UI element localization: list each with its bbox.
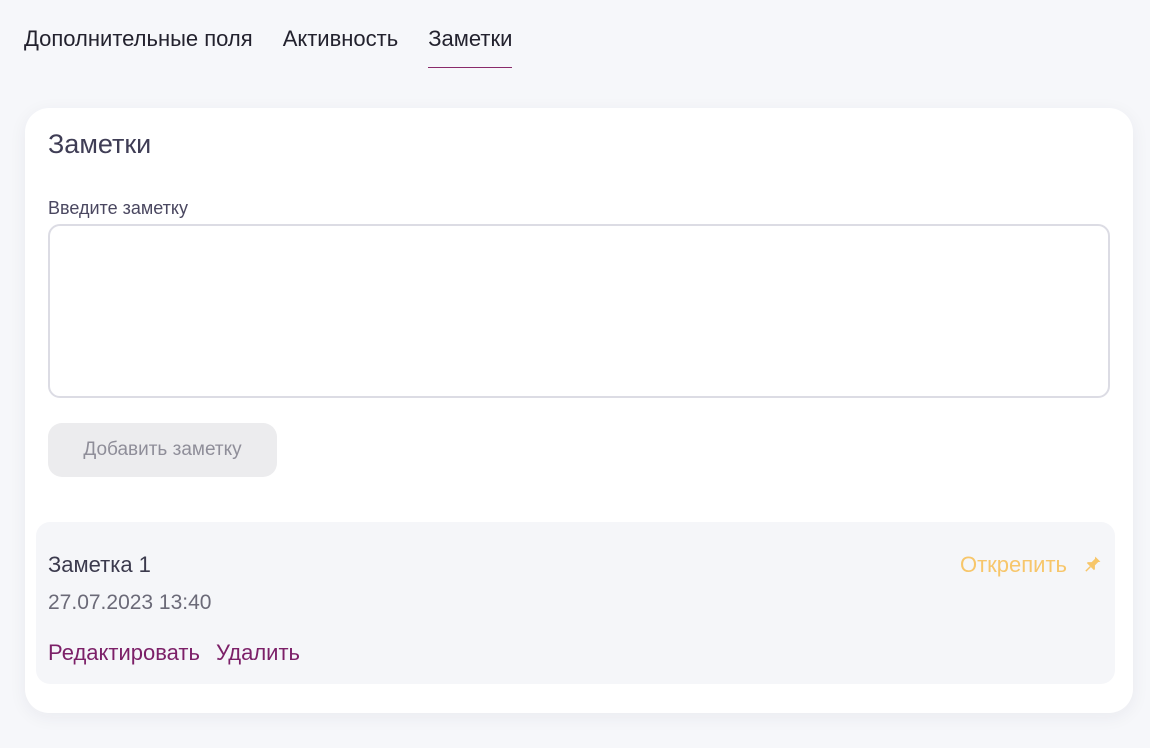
tab-additional-fields[interactable]: Дополнительные поля — [24, 26, 253, 68]
page: Дополнительные поля Активность Заметки З… — [0, 0, 1150, 748]
note-date: 27.07.2023 13:40 — [48, 591, 212, 614]
add-note-button[interactable]: Добавить заметку — [48, 423, 277, 477]
notes-card: Заметки Введите заметку Добавить заметку… — [25, 108, 1133, 713]
notes-card-title: Заметки — [48, 129, 152, 159]
unpin-button[interactable]: Открепить — [960, 552, 1103, 578]
pin-icon — [1081, 554, 1103, 576]
note-input-label: Введите заметку — [48, 198, 188, 218]
tab-notes[interactable]: Заметки — [428, 26, 513, 68]
note-input[interactable] — [48, 224, 1110, 398]
delete-note-link[interactable]: Удалить — [216, 640, 300, 666]
tab-bar: Дополнительные поля Активность Заметки — [24, 26, 513, 68]
note-actions: Редактировать Удалить — [48, 640, 300, 666]
note-item: Заметка 1 27.07.2023 13:40 Открепить Ред… — [36, 522, 1115, 684]
unpin-label: Открепить — [959, 552, 1067, 577]
tab-activity[interactable]: Активность — [283, 26, 399, 68]
note-title: Заметка 1 — [48, 552, 151, 577]
edit-note-link[interactable]: Редактировать — [48, 640, 200, 666]
